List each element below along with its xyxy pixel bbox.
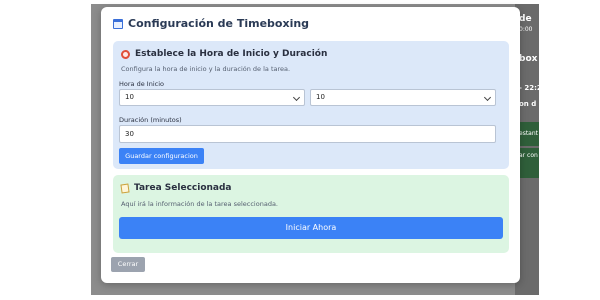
chevron-down-icon (483, 93, 492, 102)
hour-select-value: 10 (125, 93, 134, 101)
duration-input[interactable]: 30 (119, 125, 496, 143)
task-section-subtitle: Aquí irá la información de la tarea sele… (121, 200, 278, 208)
calendar-icon (113, 18, 123, 29)
task-section-title-text: Tarea Seleccionada (134, 183, 232, 193)
modal-title: Configuración de Timeboxing (113, 17, 309, 30)
save-config-button[interactable]: Guardar configuracion (119, 148, 204, 164)
background-text: estant (519, 130, 539, 137)
modal-title-text: Configuración de Timeboxing (128, 17, 310, 30)
alarm-clock-icon (121, 49, 130, 59)
schedule-section: Establece la Hora de Inicio y Duración C… (113, 41, 509, 169)
schedule-section-subtitle: Configura la hora de inicio y la duració… (121, 65, 291, 73)
close-button[interactable]: Cerrar (111, 257, 145, 272)
task-section-title: Tarea Seleccionada (120, 182, 232, 194)
memo-icon (120, 182, 130, 194)
hour-select[interactable]: 10 (119, 89, 305, 106)
minute-select[interactable]: 10 (310, 89, 496, 106)
background-text: on d (519, 100, 537, 108)
background-text: ar con (519, 152, 538, 159)
background-text: 0:00 (519, 26, 533, 33)
schedule-section-title: Establece la Hora de Inicio y Duración (121, 49, 327, 59)
screen: de 0:00 box - 22:2 on d estant ar con Co… (0, 0, 600, 300)
minute-select-value: 10 (316, 93, 325, 101)
duration-label: Duración (minutos) (119, 116, 182, 124)
background-text: de (519, 14, 532, 24)
background-text: box (519, 54, 538, 64)
schedule-section-title-text: Establece la Hora de Inicio y Duración (135, 49, 328, 59)
start-time-label: Hora de Inicio (119, 80, 164, 88)
timeboxing-modal: Configuración de Timeboxing Establece la… (101, 7, 520, 283)
start-now-button[interactable]: Iniciar Ahora (119, 217, 503, 239)
background-text: - 22:2 (519, 84, 539, 92)
task-section: Tarea Seleccionada Aquí irá la informaci… (113, 175, 509, 253)
chevron-down-icon (292, 93, 301, 102)
